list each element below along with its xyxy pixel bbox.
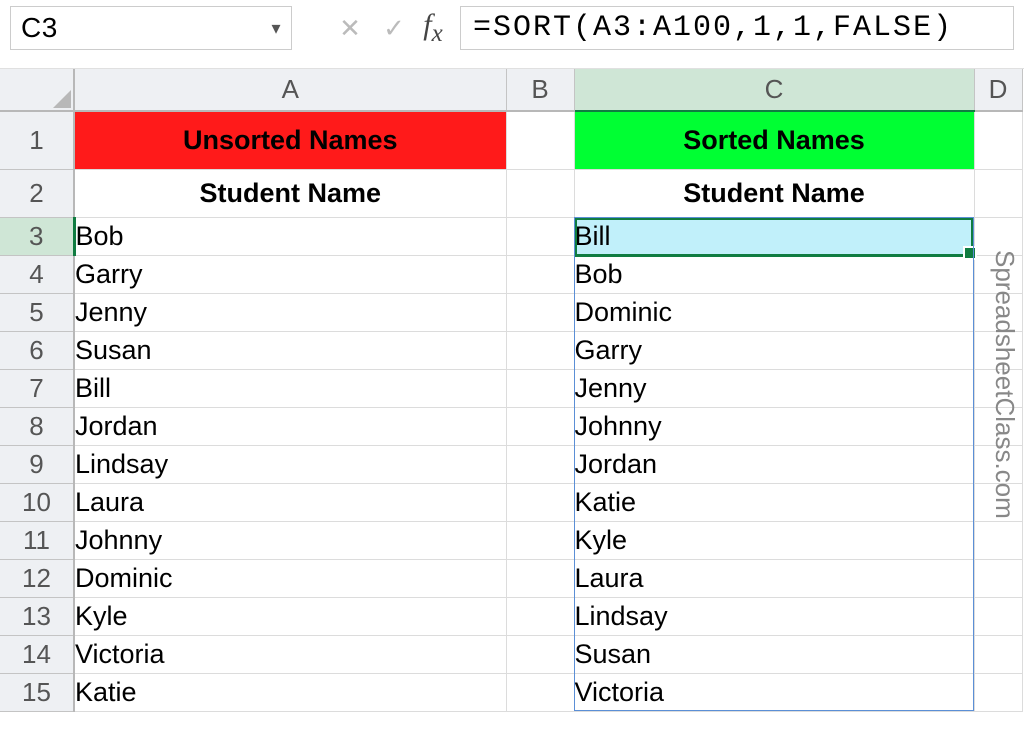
row-header[interactable]: 8 [0,407,74,445]
cell-c14[interactable]: Susan [574,635,974,673]
cell-a6[interactable]: Susan [74,331,506,369]
cell-a11[interactable]: Johnny [74,521,506,559]
row-header[interactable]: 9 [0,445,74,483]
cell-c12[interactable]: Laura [574,559,974,597]
cell-b14[interactable] [506,635,574,673]
row-header[interactable]: 6 [0,331,74,369]
cell-b5[interactable] [506,293,574,331]
row-header[interactable]: 13 [0,597,74,635]
cell-b15[interactable] [506,673,574,711]
cell-d15[interactable] [974,673,1022,711]
cell-a4[interactable]: Garry [74,255,506,293]
cell-c8[interactable]: Johnny [574,407,974,445]
cell-d14[interactable] [974,635,1022,673]
formula-text: =SORT(A3:A100,1,1,FALSE) [473,11,953,45]
select-all-corner[interactable] [0,69,74,111]
col-header-a[interactable]: A [74,69,506,111]
col-header-d[interactable]: D [974,69,1022,111]
cell-b4[interactable] [506,255,574,293]
row-header[interactable]: 14 [0,635,74,673]
cell-d1[interactable] [974,111,1022,169]
cell-c1[interactable]: Sorted Names [574,111,974,169]
fx-icon[interactable]: fx [416,7,460,49]
cell-b6[interactable] [506,331,574,369]
cell-a9[interactable]: Lindsay [74,445,506,483]
cell-a3[interactable]: Bob [74,217,506,255]
cell-b7[interactable] [506,369,574,407]
cell-b3[interactable] [506,217,574,255]
cell-b10[interactable] [506,483,574,521]
cell-c10[interactable]: Katie [574,483,974,521]
cell-d2[interactable] [974,169,1022,217]
cell-b12[interactable] [506,559,574,597]
formula-controls: ✕ ✓ fx [328,7,460,49]
cell-d11[interactable] [974,521,1022,559]
cell-b13[interactable] [506,597,574,635]
cell-c4[interactable]: Bob [574,255,974,293]
cell-a13[interactable]: Kyle [74,597,506,635]
formula-input[interactable]: =SORT(A3:A100,1,1,FALSE) [460,6,1014,50]
grid-table: A B C D 1 Unsorted Names Sorted Names 2 … [0,69,1023,712]
cell-b11[interactable] [506,521,574,559]
row-header[interactable]: 15 [0,673,74,711]
cell-c6[interactable]: Garry [574,331,974,369]
row-header[interactable]: 3 [0,217,74,255]
name-box[interactable]: C3 ▾ [10,6,292,50]
chevron-down-icon[interactable]: ▾ [271,18,281,39]
cell-d13[interactable] [974,597,1022,635]
cell-b8[interactable] [506,407,574,445]
watermark: SpreadsheetClass.com [989,250,1020,519]
cell-a5[interactable]: Jenny [74,293,506,331]
cell-a10[interactable]: Laura [74,483,506,521]
cell-b1[interactable] [506,111,574,169]
row-header[interactable]: 12 [0,559,74,597]
cell-a14[interactable]: Victoria [74,635,506,673]
cell-c2[interactable]: Student Name [574,169,974,217]
cell-a7[interactable]: Bill [74,369,506,407]
cell-a12[interactable]: Dominic [74,559,506,597]
row-header[interactable]: 10 [0,483,74,521]
cell-a2[interactable]: Student Name [74,169,506,217]
row-header[interactable]: 5 [0,293,74,331]
row-header[interactable]: 7 [0,369,74,407]
col-header-b[interactable]: B [506,69,574,111]
cell-d12[interactable] [974,559,1022,597]
col-header-c[interactable]: C [574,69,974,111]
cell-c15[interactable]: Victoria [574,673,974,711]
cancel-icon[interactable]: ✕ [328,7,372,49]
cell-c5[interactable]: Dominic [574,293,974,331]
row-header[interactable]: 1 [0,111,74,169]
cell-c13[interactable]: Lindsay [574,597,974,635]
cell-c9[interactable]: Jordan [574,445,974,483]
cell-a1[interactable]: Unsorted Names [74,111,506,169]
row-header[interactable]: 4 [0,255,74,293]
cell-b2[interactable] [506,169,574,217]
cell-c7[interactable]: Jenny [574,369,974,407]
name-box-value: C3 [21,12,58,44]
cell-a15[interactable]: Katie [74,673,506,711]
spreadsheet-grid: A B C D 1 Unsorted Names Sorted Names 2 … [0,69,1024,712]
row-header[interactable]: 11 [0,521,74,559]
cell-c3[interactable]: Bill [574,217,974,255]
row-header[interactable]: 2 [0,169,74,217]
cell-a8[interactable]: Jordan [74,407,506,445]
formula-bar: C3 ▾ ✕ ✓ fx =SORT(A3:A100,1,1,FALSE) [0,0,1024,69]
cell-c11[interactable]: Kyle [574,521,974,559]
cell-b9[interactable] [506,445,574,483]
confirm-icon[interactable]: ✓ [372,7,416,49]
